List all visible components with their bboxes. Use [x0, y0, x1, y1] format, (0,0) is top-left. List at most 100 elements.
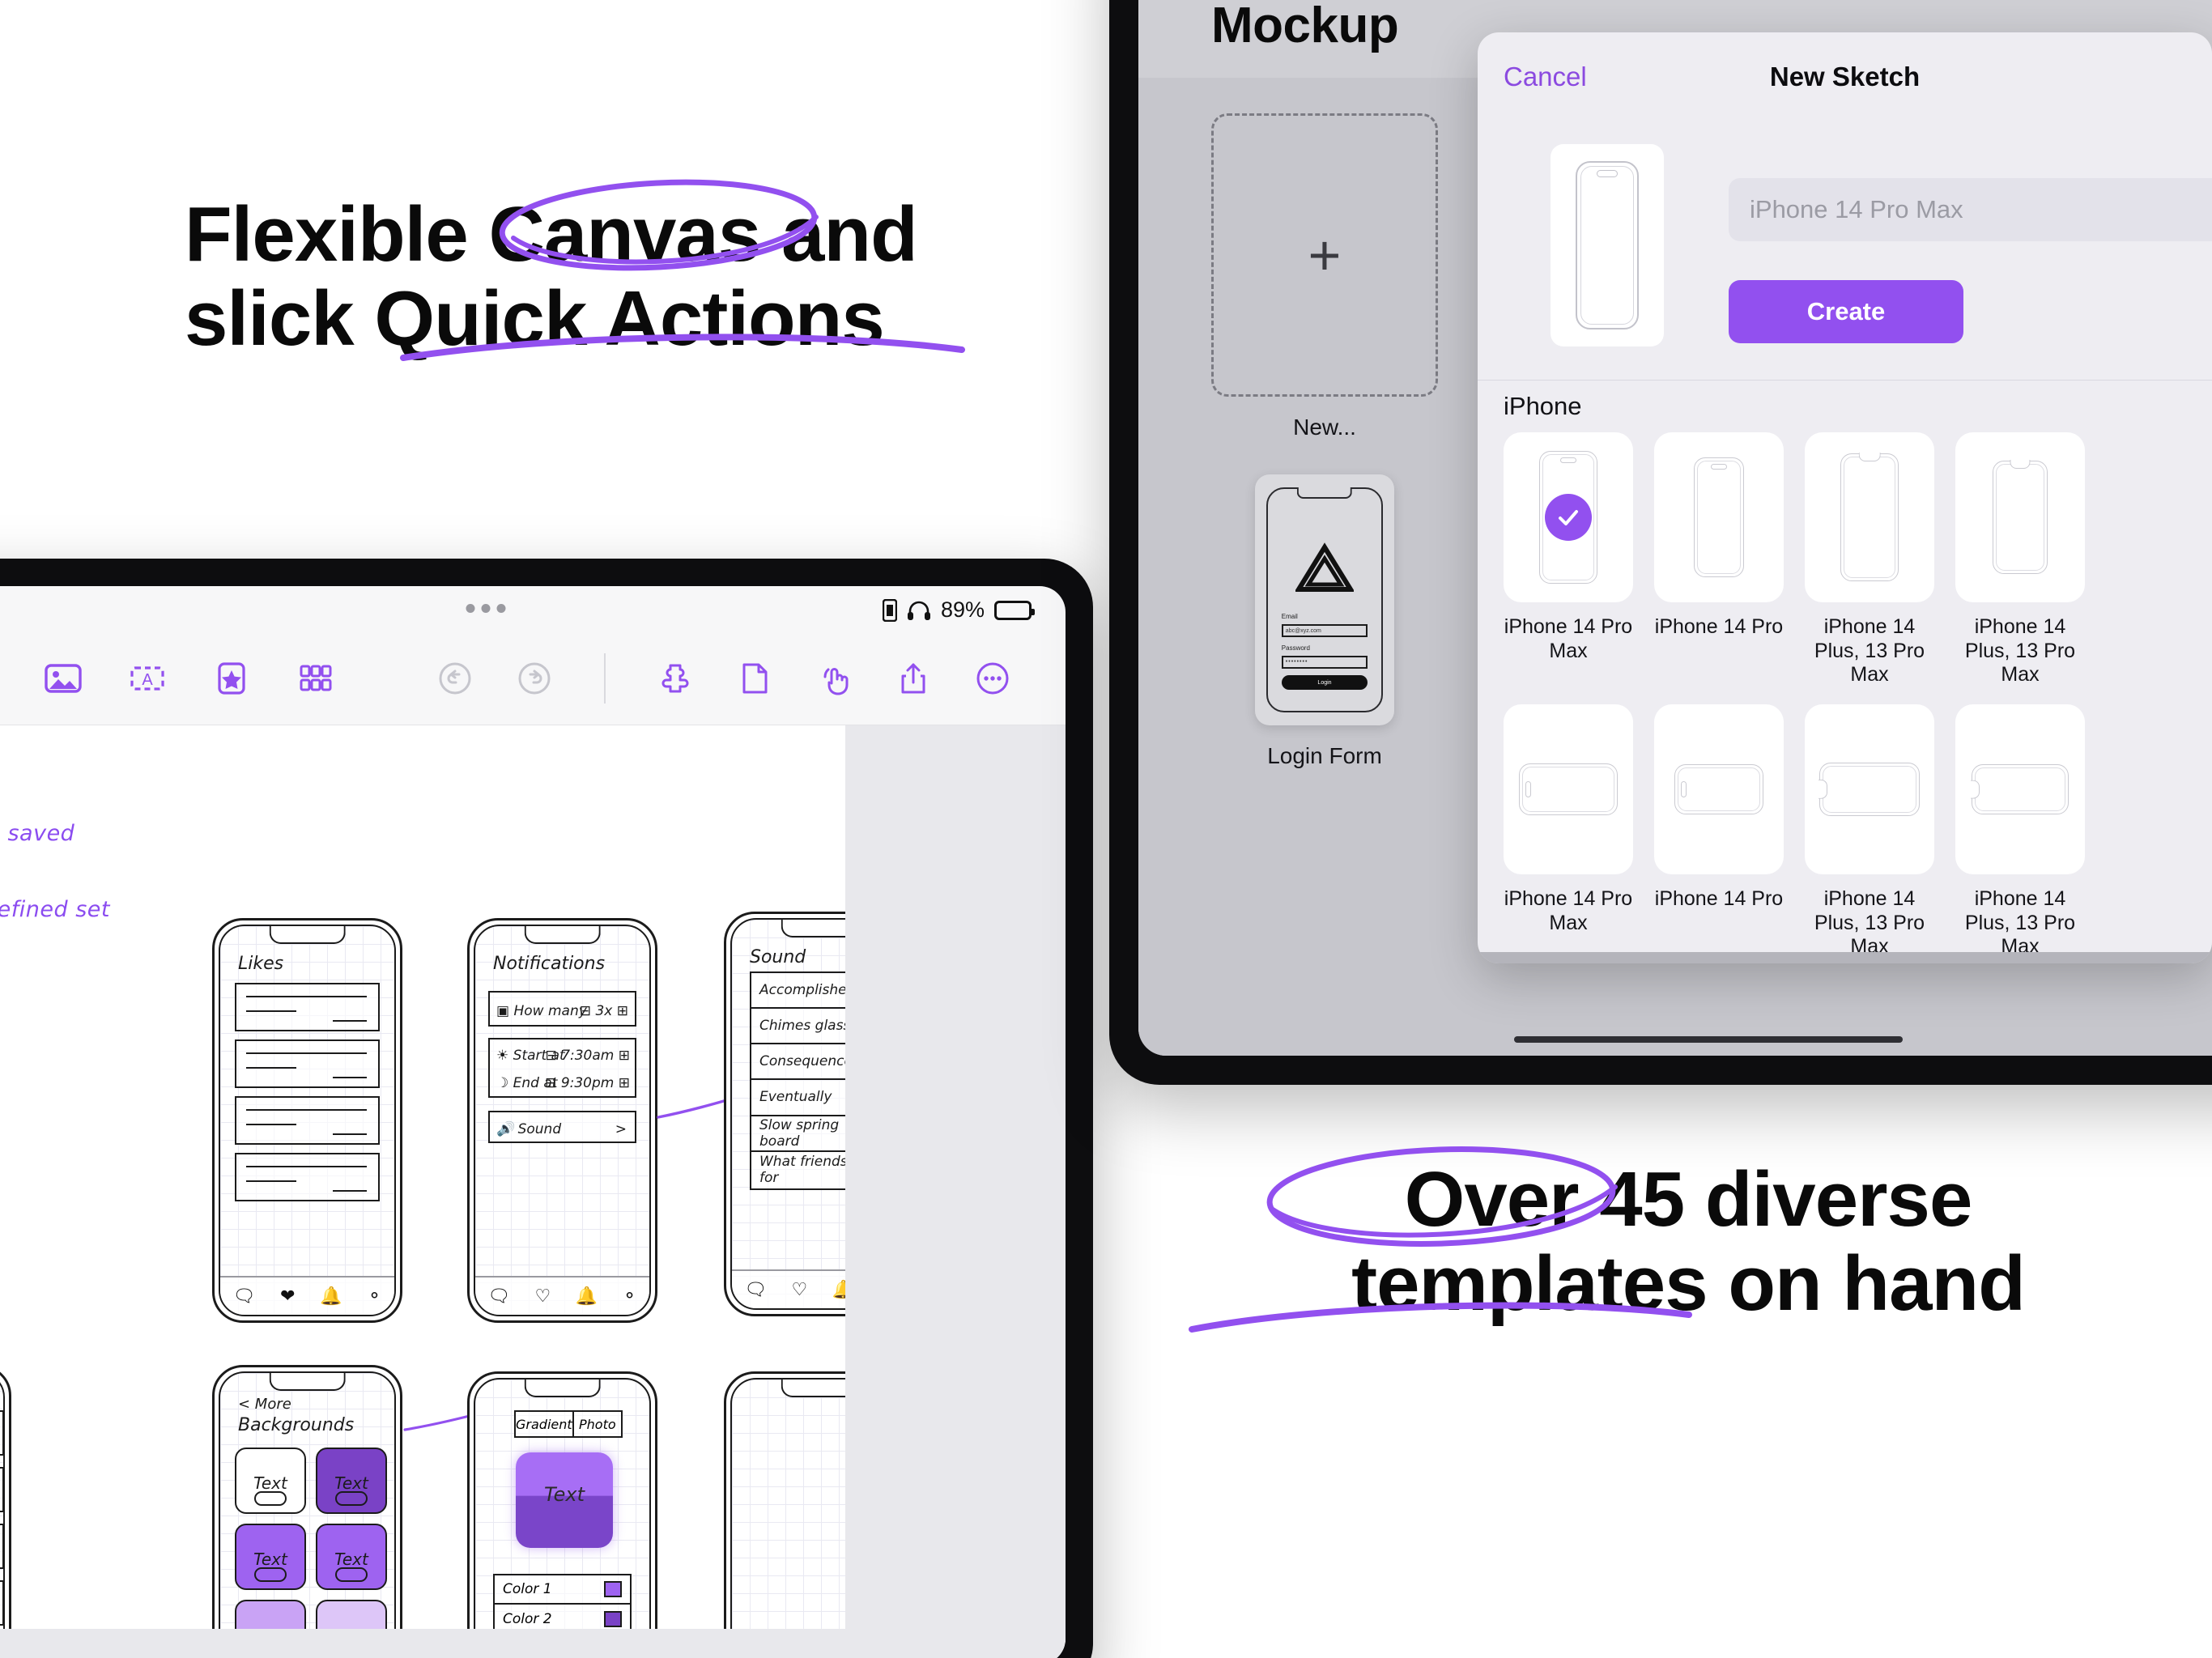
wireframe-notifications[interactable]: Notifications ▣ How many ⊟ 3x ⊞ ☀ Start … [467, 918, 657, 1323]
wireframe-title: Likes [238, 954, 284, 974]
row-value: 9:30pm [560, 1075, 615, 1091]
sticker-icon[interactable] [211, 657, 253, 699]
thumb-email-field[interactable]: abc@xyz.com [1281, 624, 1368, 638]
swatch-toggle[interactable] [254, 1491, 287, 1507]
template-label: iPhone 14 Pro [1654, 615, 1784, 638]
wireframe-gradient[interactable]: Gradient Photo Text Color 1 Color 2 [467, 1371, 657, 1658]
device-preview-icon [1576, 161, 1639, 329]
redo-icon[interactable] [513, 657, 555, 699]
speech-icon: 🗨 [232, 1286, 256, 1306]
background-swatch[interactable]: Text [235, 1448, 306, 1514]
bell-filled-icon: 🔔 [575, 1286, 598, 1306]
stepper-minus[interactable]: ⊟ [545, 1075, 556, 1091]
background-swatch[interactable]: Text [235, 1524, 306, 1590]
color-swatch[interactable] [604, 1581, 622, 1597]
new-sketch-modal[interactable]: Cancel New Sketch Create iPhone [1478, 32, 2212, 963]
sketch-name-input[interactable] [1729, 178, 2212, 241]
wireframe-tabbar: 🗨 ♡ 🔔 ⚬ [475, 1276, 649, 1315]
template-label: iPhone 14 Pro [1654, 887, 1784, 910]
canvas-page[interactable]: ound from saved from a predefined set xt… [0, 725, 914, 1658]
share-icon[interactable] [892, 657, 934, 699]
tab-photo[interactable]: Photo [574, 1412, 621, 1436]
more-circle-icon: ⚬ [367, 1286, 382, 1306]
canvas-note-2: from a predefined set [0, 897, 110, 922]
cancel-button[interactable]: Cancel [1504, 62, 1587, 92]
document-login-form-tile[interactable]: Email abc@xyz.com Password •••••••• Logi… [1255, 474, 1394, 768]
wireframe-grid-partial[interactable]: 🗨 ♡ 🔔 ● [0, 1365, 11, 1658]
modal-scrollbar[interactable] [1478, 952, 2212, 963]
puzzle-icon[interactable] [654, 657, 696, 699]
moon-icon: ☽ [496, 1075, 509, 1091]
create-button[interactable]: Create [1729, 280, 1963, 343]
sun-icon: ☀ [496, 1048, 509, 1064]
document-new-tile[interactable]: + New... [1211, 113, 1438, 440]
wireframe-title: Notifications [493, 954, 606, 974]
heart-icon: ♡ [791, 1279, 808, 1299]
stepper-minus[interactable]: ⊟ [580, 1003, 591, 1019]
swatch-label: Text [253, 1473, 287, 1493]
sketch-canvas[interactable]: ound from saved from a predefined set xt… [0, 725, 1066, 1658]
battery-icon [994, 600, 1035, 620]
template-label: iPhone 14 Plus, 13 Pro Max [1964, 887, 2076, 958]
template-iphone-14-pro-landscape[interactable]: iPhone 14 Pro [1654, 704, 1784, 959]
wireframe-title: Sound [750, 947, 806, 967]
device-preview-card [1551, 144, 1664, 346]
thumb-password-field[interactable]: •••••••• [1281, 655, 1368, 669]
template-iphone-14-pro-max-portrait[interactable]: iPhone 14 Pro Max [1504, 432, 1633, 687]
template-iphone-14-plus-landscape-2[interactable]: iPhone 14 Plus, 13 Pro Max [1955, 704, 2085, 959]
text-box-icon[interactable]: A [126, 657, 168, 699]
image-icon[interactable] [42, 657, 84, 699]
ipad-device-left: 89% A saved fined set Likes 🗨 ❤ 🔔 ⚬ Noti… [0, 559, 1093, 1658]
new-document-placeholder[interactable]: + [1211, 113, 1438, 397]
template-iphone-14-plus-portrait-2[interactable]: iPhone 14 Plus, 13 Pro Max [1955, 432, 2085, 687]
swatch-toggle[interactable] [335, 1491, 368, 1507]
canvas-gutter-bottom [0, 1629, 1066, 1658]
stepper-minus[interactable]: ⊟ [546, 1048, 557, 1064]
undo-icon[interactable] [434, 657, 476, 699]
swatch-toggle[interactable] [254, 1567, 287, 1583]
wireframe-likes[interactable]: Likes 🗨 ❤ 🔔 ⚬ [212, 918, 402, 1323]
modal-title: New Sketch [1769, 62, 1921, 91]
template-iphone-14-plus-landscape[interactable]: iPhone 14 Plus, 13 Pro Max [1805, 704, 1934, 959]
row-label: Color 2 [503, 1611, 552, 1627]
template-list[interactable]: iPhone iPhone 14 Pro Max iPhone 14 Pro i… [1478, 380, 2212, 963]
headline-over-45-templates: Over 45 diverse templates on hand [1189, 1146, 2113, 1333]
wireframe-title: Backgrounds [238, 1415, 355, 1435]
row-value: 7:30am [561, 1048, 615, 1064]
thumb-login-button[interactable]: Login [1281, 675, 1368, 691]
color-swatch[interactable] [604, 1611, 622, 1627]
app-logo-icon [1295, 542, 1354, 592]
stepper-plus[interactable]: ⊞ [619, 1075, 630, 1091]
thumb-password-label: Password [1281, 644, 1310, 652]
home-indicator [1514, 1036, 1903, 1043]
components-grid-icon[interactable] [295, 657, 337, 699]
ipad-left-screen: 89% A saved fined set Likes 🗨 ❤ 🔔 ⚬ Noti… [0, 586, 1066, 1658]
multitasking-dots-icon[interactable] [466, 604, 506, 613]
speech-icon: 🗨 [487, 1286, 511, 1306]
wireframe-backgrounds[interactable]: < More Backgrounds Text Text Text Text [212, 1365, 402, 1658]
stepper-plus[interactable]: ⊞ [617, 1003, 628, 1019]
bell-icon: 🔔 [320, 1286, 342, 1306]
stepper-plus[interactable]: ⊞ [619, 1048, 630, 1064]
back-label[interactable]: < More [238, 1396, 291, 1413]
toolbar-divider [604, 653, 606, 704]
template-iphone-14-plus-portrait[interactable]: iPhone 14 Plus, 13 Pro Max [1805, 432, 1934, 687]
swatch-toggle[interactable] [335, 1567, 368, 1583]
tab-gradient[interactable]: Gradient [516, 1412, 574, 1436]
row-label: Sound [517, 1121, 562, 1137]
document-thumbnail[interactable]: Email abc@xyz.com Password •••••••• Logi… [1255, 474, 1394, 725]
page-icon[interactable] [734, 657, 776, 699]
more-icon[interactable] [972, 657, 1014, 699]
hand-tap-icon[interactable] [813, 657, 855, 699]
template-iphone-14-pro-portrait[interactable]: iPhone 14 Pro [1654, 432, 1784, 687]
headline-line-2: slick Quick Actions [185, 274, 885, 362]
template-label: iPhone 14 Plus, 13 Pro Max [1964, 615, 2076, 686]
phone-outline-icon [1674, 764, 1763, 814]
document-caption: New... [1293, 414, 1356, 440]
background-swatch[interactable]: Text [316, 1524, 387, 1590]
preview-label: Text [543, 1482, 585, 1506]
background-swatch[interactable]: Text [316, 1448, 387, 1514]
template-iphone-14-pro-max-landscape[interactable]: iPhone 14 Pro Max [1504, 704, 1633, 959]
heart-icon: ♡ [534, 1286, 551, 1306]
section-title-iphone: iPhone [1504, 392, 1582, 420]
